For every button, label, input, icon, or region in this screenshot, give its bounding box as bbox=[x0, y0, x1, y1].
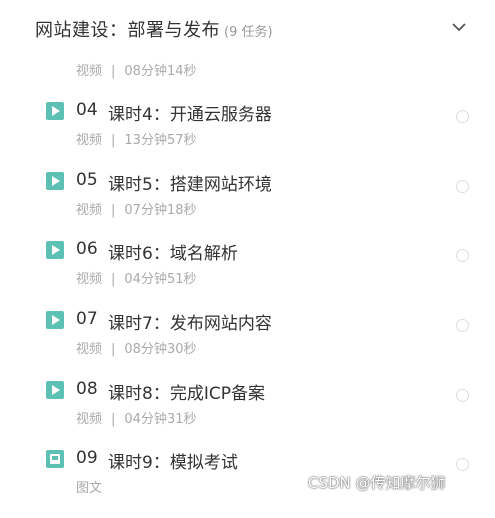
lesson-title: 课时7：发布网站内容 bbox=[108, 314, 272, 334]
lesson-meta: 视频 | 07分钟18秒 bbox=[76, 199, 197, 218]
play-icon bbox=[46, 241, 64, 259]
lesson-duration: 13分钟57秒 bbox=[124, 133, 197, 148]
lesson-item[interactable]: 06 课时6：域名解析 视频 | 04分钟51秒 bbox=[0, 239, 495, 309]
section-title-text: 网站建设：部署与发布 bbox=[35, 20, 220, 41]
lesson-duration: 08分钟30秒 bbox=[124, 342, 197, 357]
play-icon bbox=[46, 311, 64, 329]
lesson-title: 课时5：搭建网站环境 bbox=[108, 175, 272, 195]
section-header[interactable]: 网站建设：部署与发布 (9 任务) bbox=[0, 0, 495, 58]
meta-separator: | bbox=[111, 133, 116, 148]
lesson-meta: 视频 | 04分钟51秒 bbox=[76, 268, 197, 287]
progress-circle-icon bbox=[456, 458, 469, 471]
lesson-duration: 04分钟31秒 bbox=[124, 412, 197, 427]
progress-circle-icon bbox=[456, 110, 469, 123]
lesson-meta: 视频 | 04分钟31秒 bbox=[76, 408, 197, 427]
meta-separator: | bbox=[111, 342, 116, 357]
lesson-number: 06 bbox=[76, 239, 98, 259]
lesson-type: 视频 bbox=[76, 133, 103, 148]
lesson-type: 图文 bbox=[76, 481, 103, 496]
chevron-down-icon[interactable] bbox=[449, 17, 469, 37]
progress-circle-icon bbox=[456, 249, 469, 262]
play-icon bbox=[46, 381, 64, 399]
progress-circle-icon bbox=[456, 319, 469, 332]
watermark: CSDN @传知摩尔狮 bbox=[308, 474, 446, 492]
meta-separator: | bbox=[111, 64, 116, 79]
meta-separator: | bbox=[111, 203, 116, 218]
meta-separator: | bbox=[111, 412, 116, 427]
lesson-duration: 07分钟18秒 bbox=[124, 203, 197, 218]
lesson-type: 视频 bbox=[76, 203, 103, 218]
lesson-title: 课时6：域名解析 bbox=[108, 244, 238, 264]
lesson-meta: 图文 bbox=[76, 477, 102, 496]
progress-circle-icon bbox=[456, 389, 469, 402]
lesson-meta: 视频 | 13分钟57秒 bbox=[76, 129, 197, 148]
lesson-type: 视频 bbox=[76, 412, 103, 427]
lesson-number: 07 bbox=[76, 309, 98, 329]
play-icon bbox=[46, 172, 64, 190]
meta-separator: | bbox=[111, 272, 116, 287]
task-count: (9 任务) bbox=[224, 25, 273, 40]
lesson-type: 视频 bbox=[76, 342, 103, 357]
lesson-item[interactable]: 05 课时5：搭建网站环境 视频 | 07分钟18秒 bbox=[0, 170, 495, 240]
lesson-title: 课时8：完成ICP备案 bbox=[108, 384, 265, 404]
lesson-number: 09 bbox=[76, 448, 98, 468]
section-title: 网站建设：部署与发布 (9 任务) bbox=[35, 16, 273, 42]
lesson-item[interactable]: 07 课时7：发布网站内容 视频 | 08分钟30秒 bbox=[0, 309, 495, 379]
lesson-number: 05 bbox=[76, 170, 98, 190]
lesson-type: 视频 bbox=[76, 272, 103, 287]
lesson-duration: 08分钟14秒 bbox=[124, 64, 197, 79]
lesson-title: 课时4：开通云服务器 bbox=[108, 105, 272, 125]
lesson-title: 课时9：模拟考试 bbox=[108, 453, 238, 473]
lesson-item[interactable]: 08 课时8：完成ICP备案 视频 | 04分钟31秒 bbox=[0, 379, 495, 449]
lesson-item[interactable]: 04 课时4：开通云服务器 视频 | 13分钟57秒 bbox=[0, 100, 495, 170]
lesson-meta: 视频 | 08分钟14秒 bbox=[76, 60, 197, 79]
progress-circle-icon bbox=[456, 180, 469, 193]
lesson-type: 视频 bbox=[76, 64, 103, 79]
play-icon bbox=[46, 102, 64, 120]
lesson-number: 08 bbox=[76, 379, 98, 399]
lesson-duration: 04分钟51秒 bbox=[124, 272, 197, 287]
lesson-meta: 视频 | 08分钟30秒 bbox=[76, 338, 197, 357]
lesson-number: 04 bbox=[76, 100, 98, 120]
document-icon bbox=[46, 450, 64, 468]
